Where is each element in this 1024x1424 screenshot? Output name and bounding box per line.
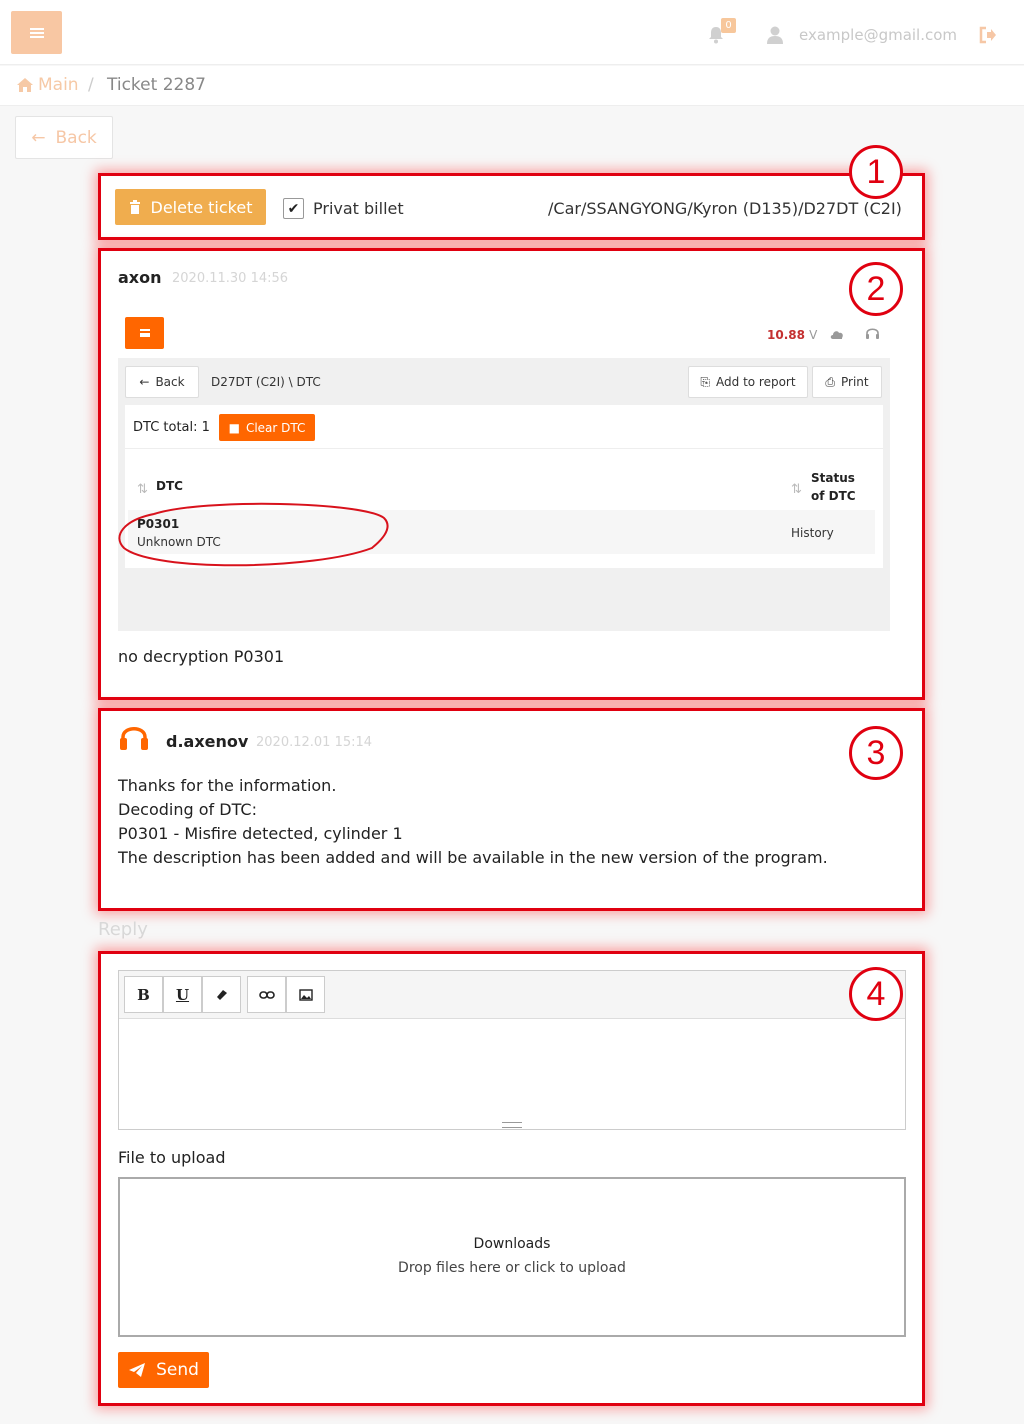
arrow-left-icon: ← bbox=[139, 375, 150, 389]
send-button[interactable]: Send bbox=[118, 1352, 209, 1388]
send-button-label: Send bbox=[156, 1360, 199, 1380]
arrow-left-icon: ← bbox=[31, 127, 46, 148]
breadcrumb-separator: / bbox=[88, 75, 94, 95]
sort-icon: ⇅ bbox=[791, 482, 802, 497]
bold-button[interactable]: B bbox=[124, 976, 163, 1013]
link-button[interactable] bbox=[247, 976, 286, 1013]
eraser-icon bbox=[216, 989, 227, 1000]
dtc-status: History bbox=[791, 526, 834, 540]
message-author: d.axenov bbox=[166, 732, 249, 751]
notification-badge: 0 bbox=[721, 18, 736, 33]
column-header-status: Status of DTC bbox=[811, 471, 856, 503]
cloud-icon bbox=[830, 331, 843, 339]
sort-icon: ⇅ bbox=[137, 482, 148, 497]
annotation-number: 4 bbox=[849, 967, 903, 1021]
back-button-label: Back bbox=[55, 127, 97, 148]
annotation-number: 3 bbox=[849, 726, 903, 780]
reply-heading: Reply bbox=[98, 919, 148, 940]
divider bbox=[125, 448, 883, 449]
hamburger-icon bbox=[139, 329, 150, 337]
screenshot-print-button: ⎙ Print bbox=[812, 366, 882, 398]
delete-ticket-button[interactable]: Delete ticket bbox=[115, 189, 266, 225]
breadcrumb-main-link[interactable]: Main bbox=[38, 75, 79, 95]
breadcrumb-current: Ticket 2287 bbox=[107, 75, 206, 95]
image-button[interactable] bbox=[286, 976, 325, 1013]
underline-button[interactable]: U bbox=[163, 976, 202, 1013]
paper-plane-icon bbox=[129, 1363, 146, 1377]
annotation-number: 2 bbox=[849, 262, 903, 316]
logout-icon[interactable] bbox=[978, 25, 998, 45]
trash-icon: ■ bbox=[228, 420, 240, 435]
message-author: axon bbox=[118, 268, 162, 287]
support-headset-icon bbox=[120, 727, 148, 750]
screenshot-menu-button bbox=[125, 317, 164, 349]
back-button[interactable]: ← Back bbox=[15, 116, 113, 159]
file-upload-label: File to upload bbox=[118, 1148, 226, 1167]
home-icon[interactable] bbox=[16, 77, 34, 93]
column-header-dtc: DTC bbox=[156, 479, 183, 493]
dropzone-hint: Drop files here or click to upload bbox=[398, 1260, 626, 1276]
menu-toggle-button[interactable] bbox=[11, 11, 62, 54]
editor-resize-handle[interactable] bbox=[502, 1122, 522, 1128]
message-text: no decryption P0301 bbox=[118, 647, 285, 666]
private-label: Privat billet bbox=[313, 199, 404, 218]
image-icon bbox=[298, 988, 313, 1001]
user-icon bbox=[767, 26, 783, 44]
screenshot-clear-dtc-button: ■ Clear DTC bbox=[219, 414, 315, 441]
screenshot-path: D27DT (C2I) \ DTC bbox=[211, 375, 321, 389]
print-icon: ⎙ bbox=[825, 374, 835, 389]
report-icon: ⎘ bbox=[700, 374, 711, 389]
link-icon bbox=[258, 990, 275, 999]
annotation-number: 1 bbox=[849, 145, 903, 199]
screenshot-add-report-button: ⎘ Add to report bbox=[688, 366, 808, 398]
hamburger-icon bbox=[29, 27, 44, 38]
screenshot-back-button: ← Back bbox=[125, 366, 199, 398]
user-email[interactable]: example@gmail.com bbox=[799, 26, 957, 44]
headset-icon bbox=[866, 328, 879, 339]
file-dropzone[interactable] bbox=[118, 1177, 906, 1337]
trash-icon bbox=[129, 200, 140, 214]
voltage-readout: 10.88 V bbox=[767, 328, 818, 342]
dtc-total: DTC total: 1 bbox=[133, 420, 210, 435]
vehicle-path: /Car/SSANGYONG/Kyron (D135)/D27DT (C2I) bbox=[548, 199, 902, 218]
message-date: 2020.11.30 14:56 bbox=[172, 271, 289, 286]
message-text: Thanks for the information. Decoding of … bbox=[118, 776, 828, 867]
red-highlight-ellipse bbox=[118, 502, 389, 567]
message-date: 2020.12.01 15:14 bbox=[256, 735, 373, 750]
dropzone-title: Downloads bbox=[473, 1236, 551, 1252]
eraser-button[interactable] bbox=[202, 976, 241, 1013]
private-checkbox[interactable]: ✔ bbox=[283, 198, 304, 219]
delete-ticket-label: Delete ticket bbox=[150, 197, 253, 217]
